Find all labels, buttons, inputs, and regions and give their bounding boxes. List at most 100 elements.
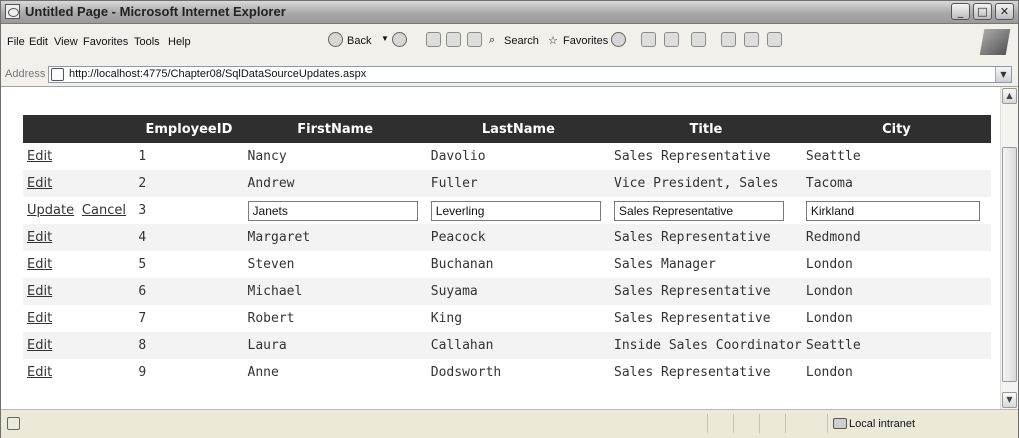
cell-id: 3 [138, 203, 147, 218]
table-row: Edit 4 Margaret Peacock Sales Representa… [23, 224, 991, 251]
cell-title: Sales Representative [614, 311, 771, 326]
stop-icon[interactable] [426, 32, 441, 47]
menu-view[interactable]: View [54, 36, 78, 48]
print-icon[interactable] [664, 32, 679, 47]
cell-city: Seattle [801, 332, 991, 359]
cell-last: Peacock [426, 224, 611, 251]
cell-id: 8 [134, 332, 244, 359]
cell-id: 5 [138, 257, 147, 272]
status-divider [759, 414, 760, 433]
cancel-link[interactable]: Cancel [82, 203, 126, 218]
windows-logo-icon [979, 29, 1011, 55]
address-dropdown-icon[interactable]: ▼ [995, 67, 1011, 82]
cell-first: Anne [247, 365, 279, 380]
address-input[interactable]: http://localhost:4775/Chapter08/SqlDataS… [48, 66, 1012, 83]
cell-last: Suyama [426, 278, 611, 305]
back-icon[interactable] [328, 32, 343, 47]
menu-help[interactable]: Help [168, 36, 191, 48]
cell-title: Sales Representative [610, 278, 802, 305]
title-bar[interactable]: Untitled Page - Microsoft Internet Explo… [1, 1, 1018, 24]
forward-icon[interactable] [392, 32, 407, 47]
maximize-button[interactable]: □ [973, 3, 992, 20]
cell-id: 6 [134, 278, 244, 305]
mail-icon[interactable] [641, 32, 656, 47]
address-bar: Address http://localhost:4775/Chapter08/… [1, 64, 1018, 87]
cell-first: Margaret [243, 224, 427, 251]
search-button[interactable]: Search [504, 35, 539, 47]
back-button[interactable]: Back [347, 35, 371, 47]
update-link[interactable]: Update [27, 203, 74, 218]
header-title: Title [610, 115, 802, 143]
header-commands [23, 115, 135, 143]
employees-grid: EmployeeID FirstName LastName Title City… [23, 115, 991, 386]
edit-link[interactable]: Edit [27, 284, 52, 299]
edit-link[interactable]: Edit [27, 365, 52, 380]
history-icon[interactable] [611, 32, 626, 47]
ie-icon [5, 4, 20, 19]
favorites-star-icon[interactable]: ☆ [548, 34, 558, 47]
close-button[interactable]: ✕ [995, 3, 1014, 20]
cell-first: Steven [247, 257, 295, 272]
scroll-up-icon[interactable]: ▲ [1002, 88, 1017, 104]
status-divider [707, 414, 708, 433]
cell-city: Seattle [805, 149, 861, 164]
page-icon [51, 68, 64, 81]
cell-first: Andrew [243, 170, 427, 197]
scroll-thumb[interactable] [1002, 147, 1017, 382]
menu-edit[interactable]: Edit [29, 36, 48, 48]
edit-link[interactable]: Edit [27, 338, 52, 353]
refresh-icon[interactable] [446, 32, 461, 47]
menu-tools[interactable]: Tools [134, 36, 160, 48]
browser-window: Untitled Page - Microsoft Internet Explo… [0, 0, 1019, 438]
page-status-icon [7, 417, 20, 430]
title-input[interactable] [614, 200, 785, 221]
header-employeeid: EmployeeID [134, 115, 244, 143]
edit-link[interactable]: Edit [27, 149, 52, 164]
city-input[interactable] [805, 200, 980, 221]
table-row: Edit 2 Andrew Fuller Vice President, Sal… [23, 170, 991, 197]
firstname-input[interactable] [247, 200, 418, 221]
scroll-down-icon[interactable]: ▼ [1002, 392, 1017, 408]
cell-first: Michael [243, 278, 427, 305]
cell-title: Vice President, Sales [610, 170, 802, 197]
table-row: Edit 5 Steven Buchanan Sales Manager Lon… [23, 251, 991, 278]
page-content: EmployeeID FirstName LastName Title City… [1, 87, 1000, 409]
cell-city: Redmond [801, 224, 991, 251]
search-icon[interactable]: ⌕ [489, 34, 495, 47]
edit-page-icon[interactable] [691, 32, 706, 47]
cell-title: Sales Representative [614, 365, 771, 380]
window-title: Untitled Page - Microsoft Internet Explo… [25, 4, 286, 19]
cell-last: Callahan [426, 332, 611, 359]
lastname-input[interactable] [430, 200, 601, 221]
home-icon[interactable] [467, 32, 482, 47]
header-lastname: LastName [426, 115, 611, 143]
back-dropdown-icon[interactable]: ▼ [381, 34, 389, 43]
cell-title: Sales Representative [614, 149, 771, 164]
edit-link[interactable]: Edit [27, 311, 52, 326]
cell-id: 1 [138, 149, 147, 164]
edit-link[interactable]: Edit [27, 176, 52, 191]
table-row: Edit 6 Michael Suyama Sales Representati… [23, 278, 991, 305]
edit-link[interactable]: Edit [27, 230, 52, 245]
vertical-scrollbar[interactable]: ▲ ▼ [1000, 87, 1018, 409]
menu-file[interactable]: File [7, 36, 25, 48]
research-icon[interactable] [744, 32, 759, 47]
table-row: Edit 8 Laura Callahan Inside Sales Coord… [23, 332, 991, 359]
messenger-icon[interactable] [767, 32, 782, 47]
discuss-icon[interactable] [721, 32, 736, 47]
header-firstname: FirstName [243, 115, 427, 143]
table-row: Edit 9 Anne Dodsworth Sales Representati… [23, 359, 991, 386]
address-url[interactable]: http://localhost:4775/Chapter08/SqlDataS… [69, 68, 366, 80]
edit-link[interactable]: Edit [27, 257, 52, 272]
cell-city: London [805, 311, 853, 326]
cell-city: Tacoma [801, 170, 991, 197]
menu-favorites[interactable]: Favorites [83, 36, 128, 48]
cell-last: Buchanan [430, 257, 494, 272]
table-row: Edit 1 Nancy Davolio Sales Representativ… [23, 143, 991, 170]
minimize-button[interactable]: _ [951, 3, 970, 20]
intranet-icon [833, 418, 847, 429]
favorites-button[interactable]: Favorites [563, 35, 608, 47]
cell-last: Fuller [426, 170, 611, 197]
table-row-editing: Update Cancel 3 [23, 197, 991, 224]
cell-id: 7 [138, 311, 147, 326]
